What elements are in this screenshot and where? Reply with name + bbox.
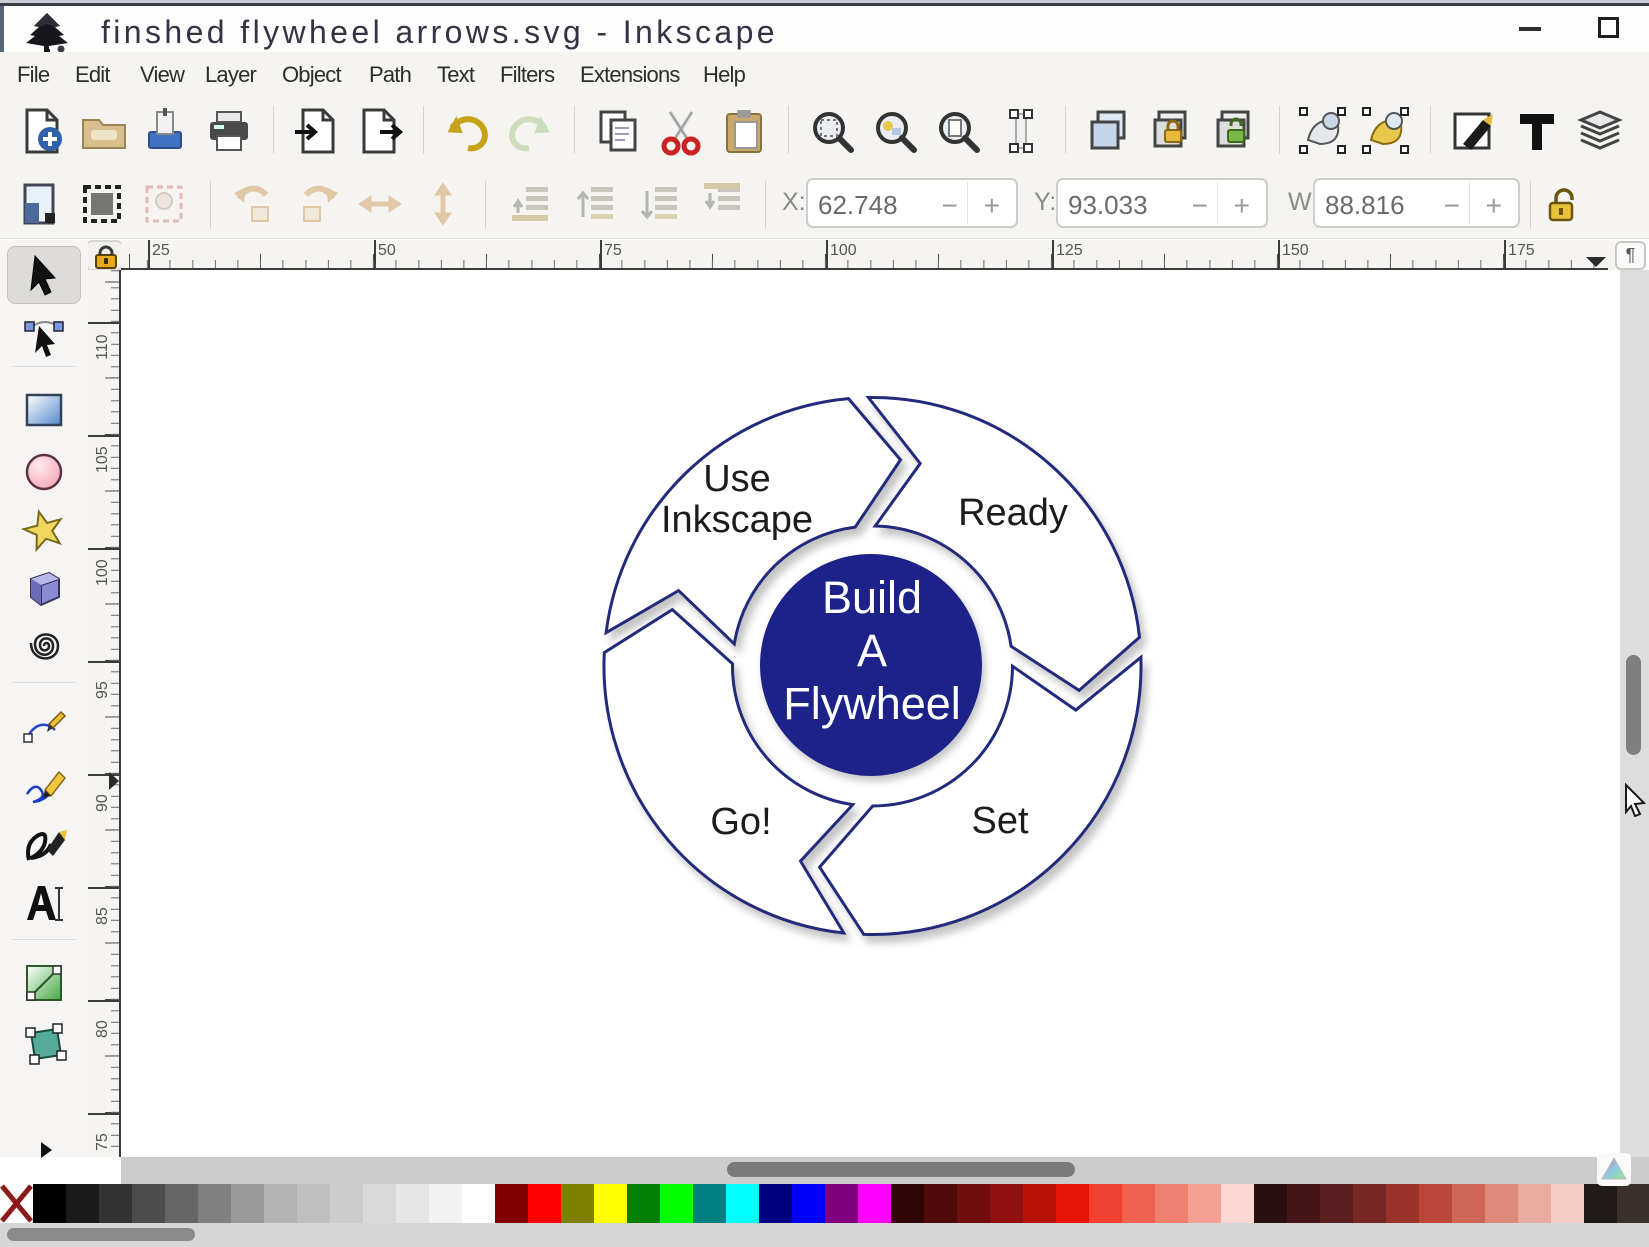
- svg-text:Use: Use: [703, 458, 771, 500]
- svg-text:Flywheel: Flywheel: [783, 678, 961, 729]
- svg-text:Ready: Ready: [958, 492, 1068, 534]
- svg-text:Build: Build: [822, 572, 922, 623]
- svg-text:Go!: Go!: [710, 801, 771, 843]
- svg-text:Set: Set: [971, 800, 1028, 842]
- svg-text:Inkscape: Inkscape: [661, 499, 813, 541]
- svg-text:A: A: [857, 625, 887, 676]
